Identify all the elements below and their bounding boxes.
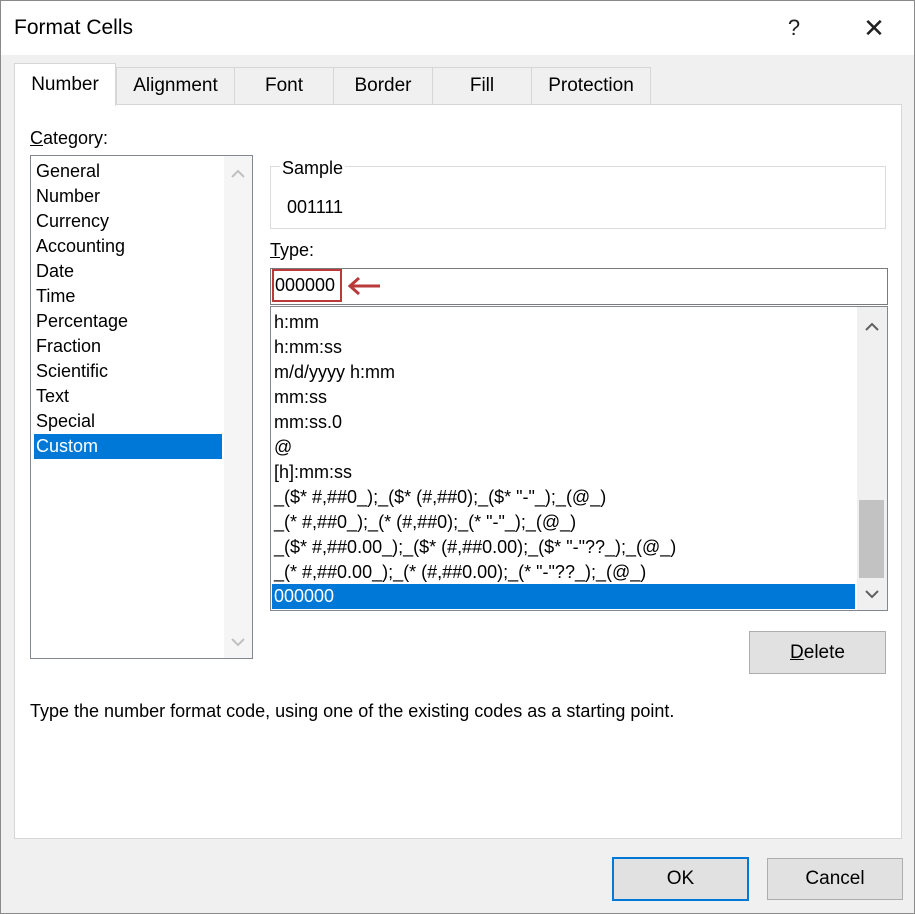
type-input[interactable]: 000000 xyxy=(270,268,888,305)
format-item[interactable]: m/d/yyyy h:mm xyxy=(272,360,395,385)
title-bar: Format Cells ? ✕ xyxy=(1,1,914,55)
category-item[interactable]: Currency xyxy=(34,209,109,234)
close-button[interactable]: ✕ xyxy=(854,9,894,47)
format-item[interactable]: _(* #,##0.00_);_(* (#,##0.00);_(* "-"??_… xyxy=(272,560,646,585)
category-item[interactable]: Accounting xyxy=(34,234,125,259)
tab-fill[interactable]: Fill xyxy=(432,67,532,104)
tab-font[interactable]: Font xyxy=(234,67,334,104)
category-label: Category: xyxy=(30,128,108,149)
delete-button-label: elete xyxy=(803,641,845,663)
category-item[interactable]: Text xyxy=(34,384,69,409)
tab-alignment[interactable]: Alignment xyxy=(116,67,235,104)
format-item[interactable]: _(* #,##0_);_(* (#,##0);_(* "-"_);_(@_) xyxy=(272,510,576,535)
help-button[interactable]: ? xyxy=(774,9,814,47)
category-item-selected[interactable]: Custom xyxy=(34,434,222,459)
category-item[interactable]: Time xyxy=(34,284,75,309)
type-scrollbar-thumb[interactable] xyxy=(859,500,884,578)
format-item[interactable]: @ xyxy=(272,435,292,460)
type-input-value: 000000 xyxy=(275,275,336,295)
chevron-up-icon[interactable] xyxy=(228,163,248,183)
chevron-down-icon[interactable] xyxy=(228,632,248,652)
category-item[interactable]: Scientific xyxy=(34,359,108,384)
cancel-button[interactable]: Cancel xyxy=(767,858,903,900)
format-item[interactable]: h:mm xyxy=(272,310,319,335)
format-item[interactable]: h:mm:ss xyxy=(272,335,342,360)
category-label-text: ategory: xyxy=(43,128,109,148)
tab-protection[interactable]: Protection xyxy=(531,67,651,104)
chevron-down-icon[interactable] xyxy=(862,584,882,604)
ok-button[interactable]: OK xyxy=(612,857,749,901)
type-label-accesskey: T xyxy=(270,240,281,260)
arrow-left-icon xyxy=(348,277,380,295)
category-item[interactable]: Special xyxy=(34,409,95,434)
category-item[interactable]: Date xyxy=(34,259,74,284)
tab-border[interactable]: Border xyxy=(333,67,433,104)
category-item[interactable]: Number xyxy=(34,184,100,209)
category-item[interactable]: General xyxy=(34,159,100,184)
format-item[interactable]: _($* #,##0.00_);_($* (#,##0.00);_($* "-"… xyxy=(272,535,676,560)
category-item[interactable]: Percentage xyxy=(34,309,128,334)
category-label-accesskey: C xyxy=(30,128,43,148)
type-label-text: ype: xyxy=(280,240,315,260)
hint-text: Type the number format code, using one o… xyxy=(30,701,675,721)
type-label: Type: xyxy=(270,240,314,261)
format-item-selected[interactable]: 000000 xyxy=(272,584,855,609)
sample-value: 001111 xyxy=(287,197,344,217)
format-item[interactable]: mm:ss xyxy=(272,385,327,410)
dialog-title: Format Cells xyxy=(14,16,134,39)
category-scrollbar[interactable] xyxy=(224,156,252,658)
sample-label: Sample xyxy=(280,158,346,179)
delete-button[interactable]: Delete xyxy=(749,631,886,674)
delete-button-accesskey: D xyxy=(790,641,804,663)
category-listbox[interactable]: General Number Currency Accounting Date … xyxy=(30,155,253,659)
format-item[interactable]: [h]:mm:ss xyxy=(272,460,352,485)
sample-group xyxy=(270,166,886,229)
format-item[interactable]: mm:ss.0 xyxy=(272,410,342,435)
type-format-listbox[interactable]: h:mm h:mm:ss m/d/yyyy h:mm mm:ss mm:ss.0… xyxy=(270,306,888,611)
chevron-up-icon[interactable] xyxy=(862,316,882,336)
tab-number[interactable]: Number xyxy=(14,63,116,106)
format-item[interactable]: _($* #,##0_);_($* (#,##0);_($* "-"_);_(@… xyxy=(272,485,606,510)
format-cells-dialog: Format Cells ? ✕ Number Alignment Font B… xyxy=(0,0,915,914)
category-item[interactable]: Fraction xyxy=(34,334,101,359)
